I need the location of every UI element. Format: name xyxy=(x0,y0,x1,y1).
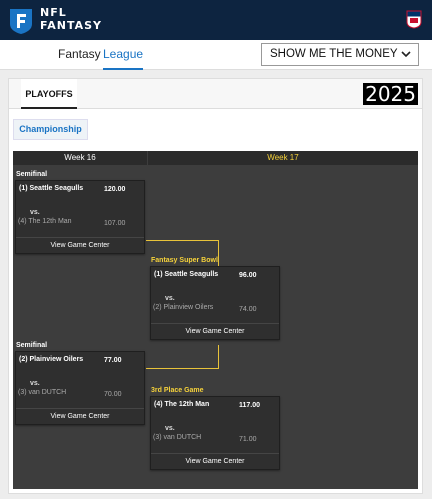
team-name[interactable]: (3) van DUTCH xyxy=(153,434,201,441)
top-header: NFL FANTASY xyxy=(0,0,432,40)
bracket-connector xyxy=(218,240,219,266)
league-select[interactable]: SHOW ME THE MONEY xyxy=(261,43,419,66)
season-year: 2025 xyxy=(363,82,418,106)
bracket-connector xyxy=(218,345,219,369)
brand-wordmark[interactable]: NFL FANTASY xyxy=(40,6,102,32)
team-score: 71.00 xyxy=(239,436,257,443)
playoff-bracket: Week 16 Week 17 Semifinal (1) Seattle Se… xyxy=(13,151,418,489)
matchup-third-place: (4) The 12th Man 117.00 vs. (3) van DUTC… xyxy=(150,396,280,470)
team-name[interactable]: (3) van DUTCH xyxy=(18,389,66,396)
championship-button[interactable]: Championship xyxy=(13,119,88,140)
vs-label: vs. xyxy=(165,425,175,432)
vs-label: vs. xyxy=(30,209,40,216)
brand-line-1: NFL xyxy=(40,6,67,19)
league-select-value: SHOW ME THE MONEY xyxy=(270,48,398,60)
bracket-connector xyxy=(146,368,218,369)
team-score: 77.00 xyxy=(104,357,122,364)
playoffs-panel: PLAYOFFS 2025 Championship Week 16 Week … xyxy=(8,78,423,494)
nfl-shield-icon[interactable] xyxy=(406,9,422,29)
matchup-super-bowl: (1) Seattle Seagulls 96.00 vs. (2) Plain… xyxy=(150,266,280,340)
matchup-semifinal-2: (2) Plainview Oilers 77.00 vs. (3) van D… xyxy=(15,351,145,425)
vs-label: vs. xyxy=(30,380,40,387)
team-score: 120.00 xyxy=(104,186,126,193)
matchup-semifinal-1: (1) Seattle Seagulls 120.00 vs. (4) The … xyxy=(15,180,145,254)
team-name[interactable]: (4) The 12th Man xyxy=(18,218,72,225)
team-score: 74.00 xyxy=(239,306,257,313)
team-name[interactable]: (2) Plainview Oilers xyxy=(19,356,83,363)
nfl-fantasy-logo-icon[interactable] xyxy=(8,6,34,35)
team-score: 107.00 xyxy=(104,220,126,227)
view-game-center-link[interactable]: View Game Center xyxy=(151,323,279,339)
round-label-semifinal: Semifinal xyxy=(16,342,48,349)
vs-label: vs. xyxy=(165,295,175,302)
week-17-header: Week 17 xyxy=(148,151,418,165)
panel-header: PLAYOFFS 2025 xyxy=(9,79,422,109)
round-label-third-place: 3rd Place Game xyxy=(151,387,204,394)
view-game-center-link[interactable]: View Game Center xyxy=(16,237,144,253)
bracket-connector xyxy=(146,240,218,241)
team-name[interactable]: (1) Seattle Seagulls xyxy=(154,271,218,278)
team-name[interactable]: (1) Seattle Seagulls xyxy=(19,185,83,192)
nav-tab-fantasy[interactable]: Fantasy xyxy=(58,40,101,70)
nav-tab-league[interactable]: League xyxy=(103,40,144,70)
view-game-center-link[interactable]: View Game Center xyxy=(151,453,279,469)
team-name[interactable]: (4) The 12th Man xyxy=(154,401,209,408)
brand-line-2: FANTASY xyxy=(40,19,103,32)
chevron-down-icon xyxy=(401,51,411,58)
team-name[interactable]: (2) Plainview Oilers xyxy=(153,304,213,311)
team-score: 117.00 xyxy=(239,402,261,409)
round-label-semifinal: Semifinal xyxy=(16,171,48,178)
week-16-header: Week 16 xyxy=(13,151,147,165)
view-game-center-link[interactable]: View Game Center xyxy=(16,408,144,424)
team-score: 70.00 xyxy=(104,391,122,398)
team-score: 96.00 xyxy=(239,272,257,279)
tab-playoffs[interactable]: PLAYOFFS xyxy=(21,79,77,109)
round-label-super-bowl: Fantasy Super Bowl xyxy=(151,257,218,264)
